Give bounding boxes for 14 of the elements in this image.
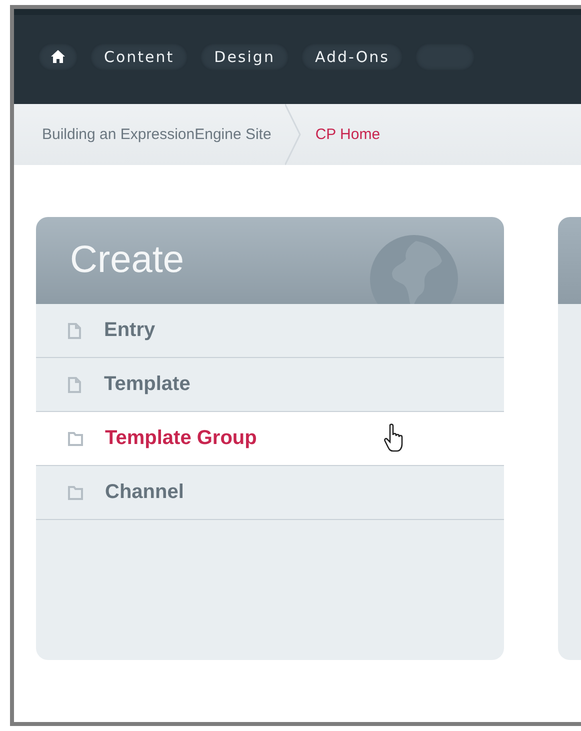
chevron-icon	[285, 104, 302, 165]
menu-item[interactable]: Template Group	[36, 412, 504, 466]
nav-tab[interactable]: Content	[90, 42, 188, 70]
folder-icon	[68, 486, 83, 500]
breadcrumb-link[interactable]: Building an ExpressionEngine Site	[14, 104, 286, 165]
breadcrumb-link[interactable]: CP Home	[301, 104, 394, 165]
folder-icon	[68, 432, 83, 446]
document-icon	[68, 376, 82, 392]
home-icon	[51, 50, 65, 63]
panel-title: Create	[70, 239, 184, 282]
nav-tab[interactable]: Add-Ons	[300, 42, 404, 70]
document-icon	[68, 322, 82, 338]
home-button[interactable]	[38, 42, 78, 70]
nav-tab[interactable]: Design	[200, 42, 289, 70]
